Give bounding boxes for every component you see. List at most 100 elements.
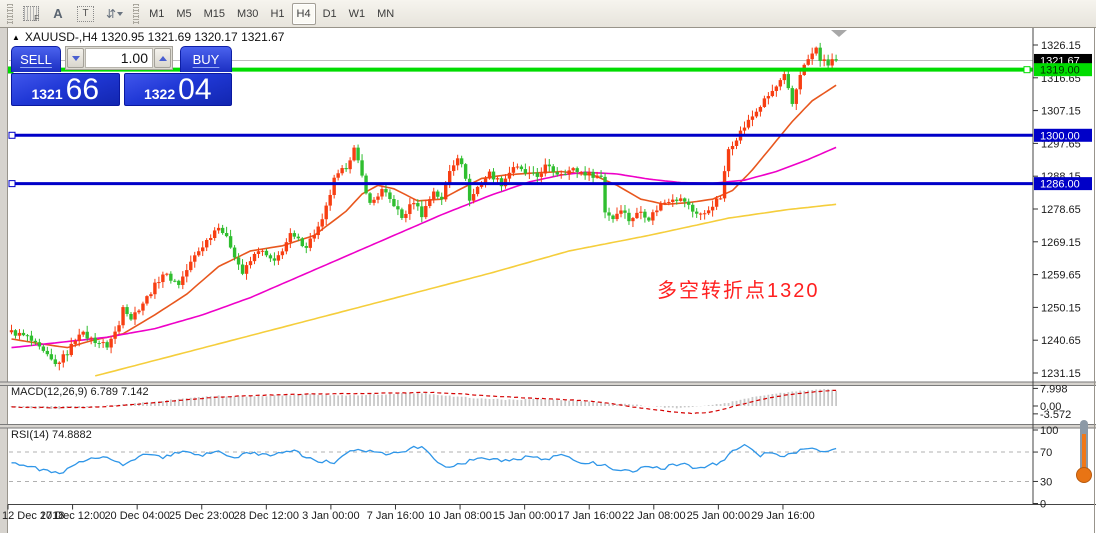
volume-control <box>65 46 173 70</box>
candle-body <box>627 212 631 222</box>
candle-body <box>758 106 763 112</box>
candle-body <box>348 160 352 170</box>
text-label-button[interactable]: T <box>72 3 99 25</box>
candle-body <box>623 210 627 213</box>
candle-body <box>45 350 50 355</box>
grid-button[interactable]: F <box>18 3 44 25</box>
candle-body <box>671 199 675 202</box>
candle-body <box>762 98 767 107</box>
candle-body <box>185 270 189 277</box>
timeframe-button-H4[interactable]: H4 <box>291 2 316 25</box>
candle-body <box>193 255 197 262</box>
candle-body <box>742 127 747 131</box>
candle-body <box>555 172 559 175</box>
candle-body <box>173 280 177 282</box>
macd-axis-label: -3.572 <box>1040 409 1071 421</box>
candle-body <box>619 210 623 214</box>
candle-body <box>643 211 647 218</box>
candle-body <box>436 191 440 197</box>
toolbar-grip[interactable] <box>133 3 140 24</box>
font-button[interactable]: A <box>46 3 70 25</box>
green-line-handle[interactable] <box>1023 66 1031 74</box>
candle-body <box>69 343 73 356</box>
candle-body <box>105 342 109 348</box>
candle-body <box>101 342 105 344</box>
price-tick-label: 1250.15 <box>1041 302 1081 314</box>
time-tick-label: 25 Dec 23:00 <box>169 510 234 522</box>
timeframe-button-D1[interactable]: D1 <box>318 3 342 25</box>
candle-body <box>806 59 810 65</box>
candle-body <box>663 202 667 204</box>
candle-body <box>794 89 798 104</box>
candle-body <box>491 171 496 180</box>
candle-body <box>336 173 340 178</box>
candle-body <box>392 199 396 207</box>
sell-price-button[interactable]: 1321 66 <box>11 73 120 106</box>
candle-body <box>93 337 97 344</box>
candle-body <box>591 171 595 178</box>
sell-tab[interactable]: SELL <box>11 46 61 72</box>
candle-body <box>659 203 663 211</box>
price-tick-label: 1326.15 <box>1041 40 1081 52</box>
panel-splitter[interactable] <box>0 424 1096 429</box>
timeframe-button-M1[interactable]: M1 <box>144 3 169 25</box>
candle-body <box>563 174 567 176</box>
candle-body <box>236 257 241 265</box>
candle-body <box>260 250 265 252</box>
price-tick-label: 1231.15 <box>1041 368 1081 380</box>
time-tick-label: 15 Jan 00:00 <box>493 510 557 522</box>
cursor-tool-button[interactable]: ⇵ <box>101 3 128 25</box>
candle-body <box>467 178 472 201</box>
timeframe-button-MN[interactable]: MN <box>372 3 399 25</box>
candle-body <box>137 310 141 313</box>
candle-body <box>826 59 830 66</box>
timeframe-button-M30[interactable]: M30 <box>232 3 263 25</box>
panel-splitter[interactable] <box>0 382 1096 386</box>
volume-decrease-button[interactable] <box>67 48 84 68</box>
candle-body <box>244 265 249 274</box>
candle-body <box>204 239 209 248</box>
timeframe-button-W1[interactable]: W1 <box>344 3 371 25</box>
toolbar-grip[interactable] <box>7 3 13 24</box>
candle-body <box>412 203 416 205</box>
blue-line-handle[interactable] <box>8 131 16 139</box>
price-tick-label: 1278.65 <box>1041 204 1081 216</box>
candle-body <box>29 335 34 341</box>
sell-price-pips: 66 <box>65 72 100 106</box>
buy-tab[interactable]: BUY <box>180 46 232 72</box>
time-tick-label: 28 Dec 12:00 <box>234 510 299 522</box>
candle-body <box>655 210 659 213</box>
blue-line-handle[interactable] <box>8 180 16 188</box>
rsi-axis-label: 100 <box>1040 425 1058 437</box>
candle-body <box>778 80 783 87</box>
time-tick-label: 3 Jan 00:00 <box>302 510 360 522</box>
candle-body <box>157 282 161 284</box>
collapse-arrow-icon[interactable]: ▲ <box>12 33 20 42</box>
candle-body <box>396 206 400 210</box>
candle-body <box>37 342 42 347</box>
timeframe-button-M5[interactable]: M5 <box>171 3 196 25</box>
price-tick-label: 1240.65 <box>1041 335 1081 347</box>
candle-body <box>543 164 548 174</box>
buy-price-button[interactable]: 1322 04 <box>123 73 232 106</box>
candle-body <box>73 340 77 344</box>
candle-body <box>746 119 751 128</box>
candle-body <box>424 206 428 218</box>
volume-input[interactable] <box>85 48 153 68</box>
candle-body <box>53 359 58 365</box>
volume-increase-button[interactable] <box>154 48 171 68</box>
candle-body <box>416 203 420 207</box>
price-tick-label: 1307.15 <box>1041 106 1081 118</box>
candle-body <box>352 147 356 161</box>
candle-body <box>587 171 591 176</box>
candle-body <box>189 261 193 271</box>
candle-body <box>85 331 89 339</box>
candle-body <box>515 166 520 168</box>
candle-body <box>240 264 245 274</box>
one-click-trading-panel: SELL BUY 1321 66 1322 04 <box>11 46 232 106</box>
timeframe-button-H1[interactable]: H1 <box>265 3 289 25</box>
timeframe-button-M15[interactable]: M15 <box>199 3 230 25</box>
annotation-text: 多空转折点1320 <box>657 280 820 302</box>
top-toolbar: F A T ⇵ M1 M5 M15 M30 H1 H4 D1 W1 MN <box>0 0 1096 28</box>
candle-body <box>647 217 651 221</box>
